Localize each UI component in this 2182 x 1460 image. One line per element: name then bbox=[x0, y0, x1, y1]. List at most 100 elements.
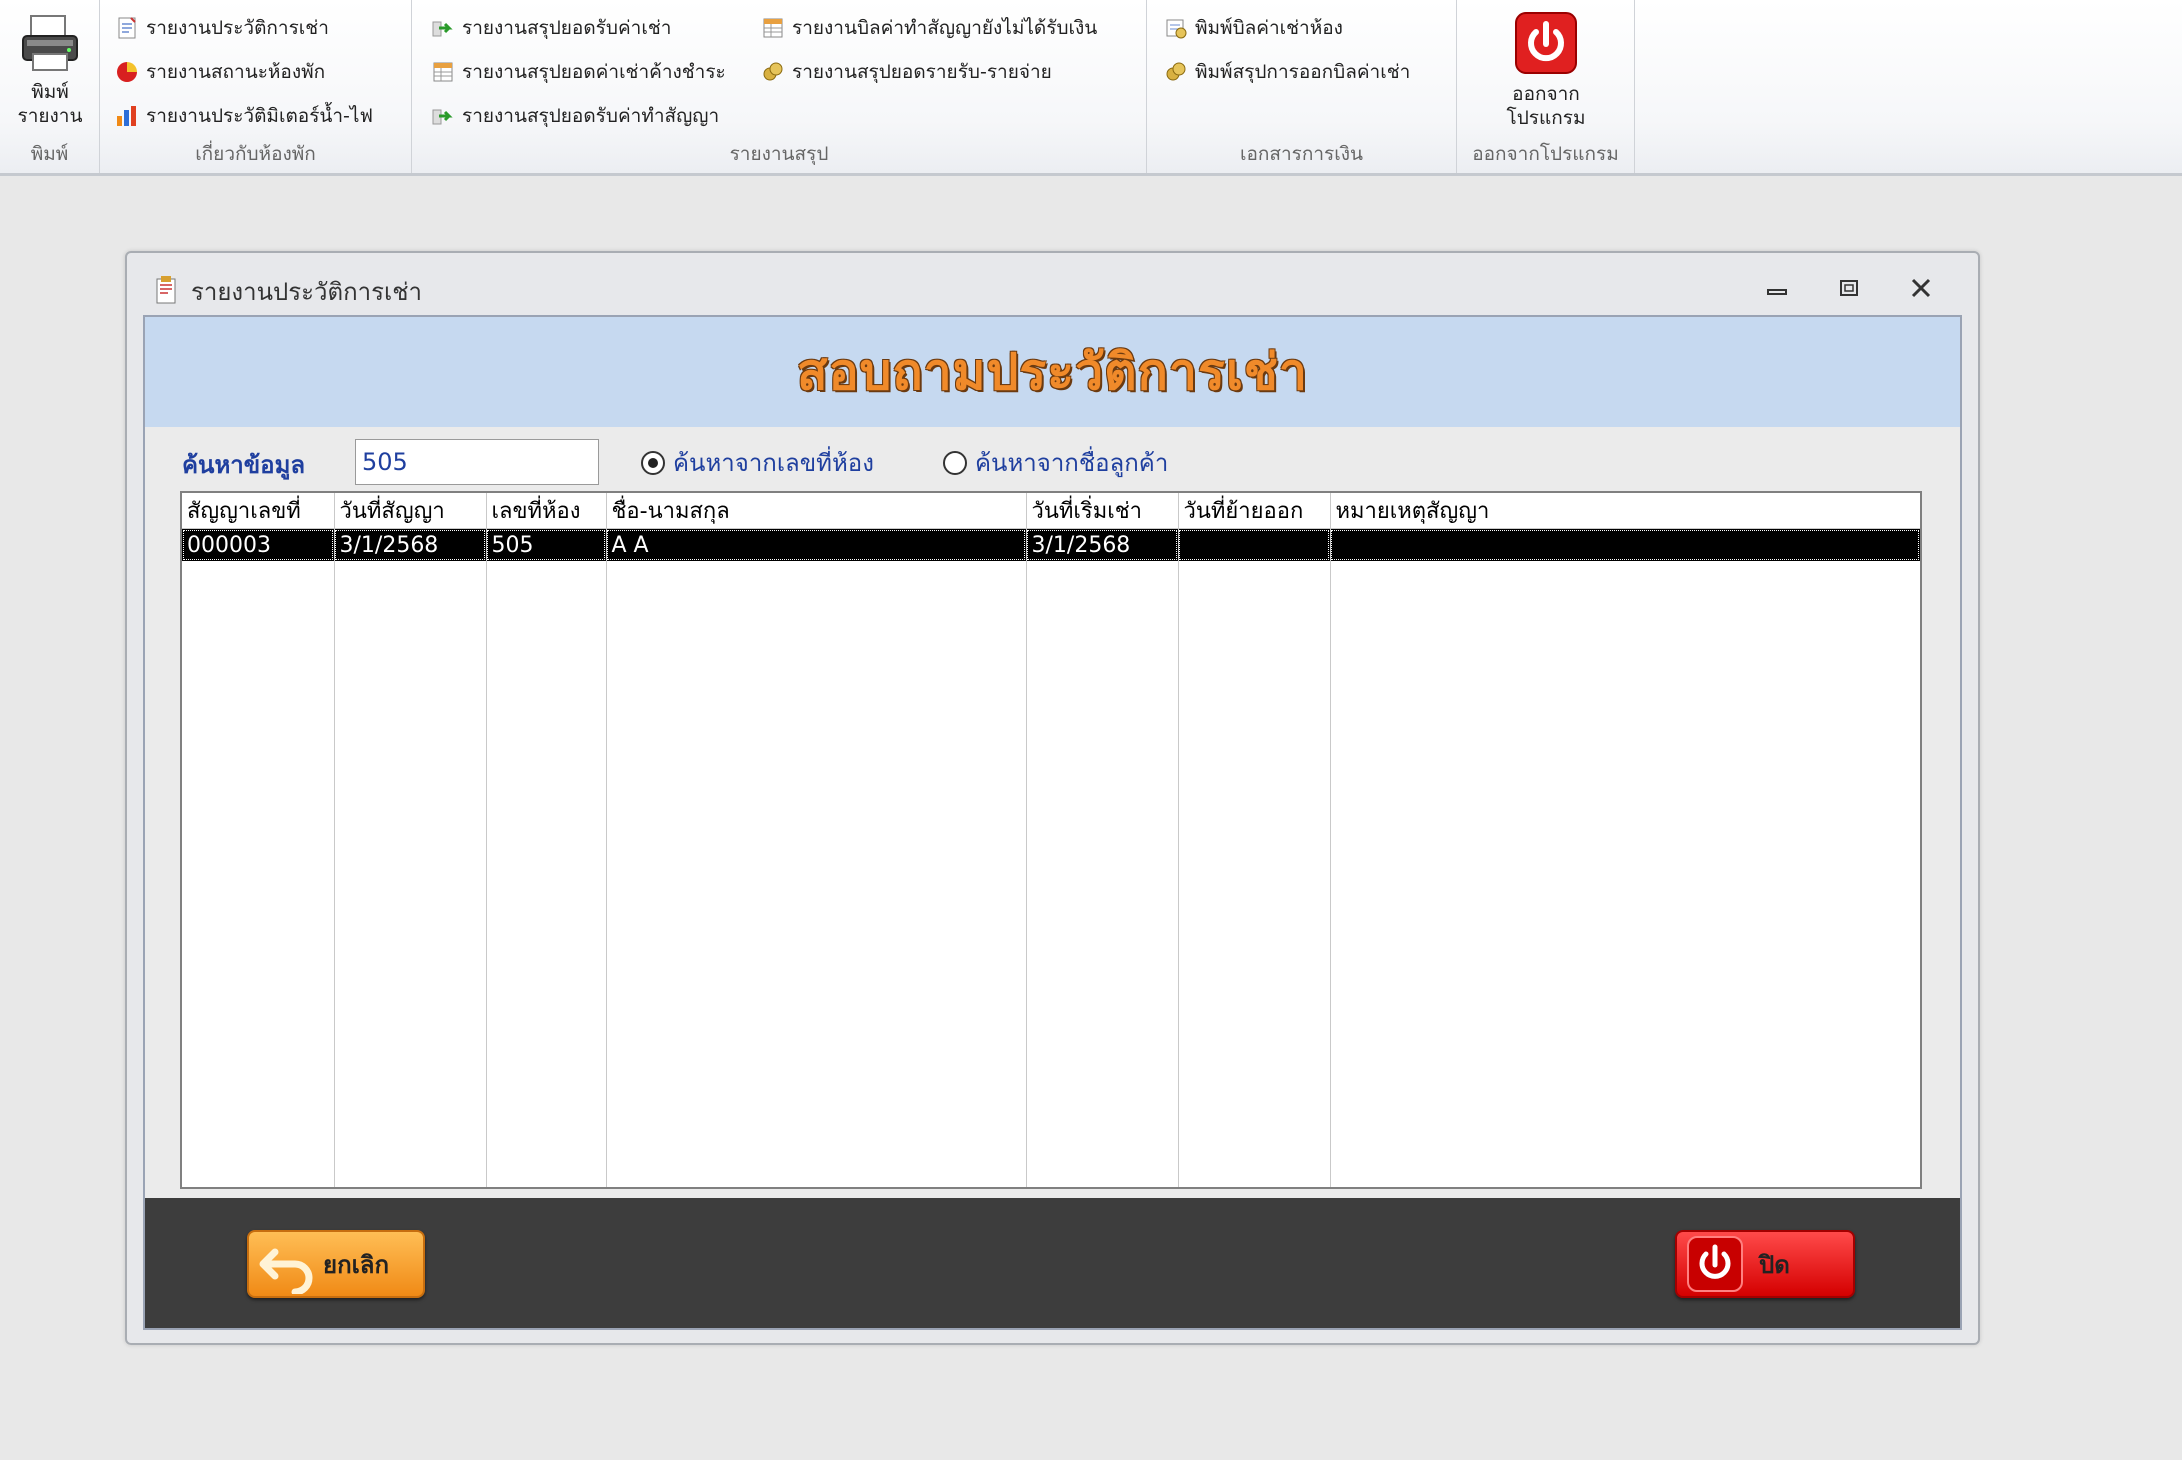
group-label-exit: ออกจากโปรแกรม bbox=[1472, 143, 1619, 165]
dialog-titlebar: รายงานประวัติการเช่า bbox=[151, 271, 422, 311]
group-label-print: พิมพ์ bbox=[30, 143, 69, 165]
print-report-button[interactable]: พิมพ์ รายงาน bbox=[8, 10, 92, 128]
header-band: สอบถามประวัติการเช่า bbox=[145, 317, 1960, 427]
cell-contract-date[interactable]: 3/1/2568 bbox=[334, 528, 487, 561]
document-icon bbox=[114, 15, 140, 41]
column-header-start-date[interactable]: วันที่เริ่มเช่า bbox=[1026, 493, 1179, 529]
arrow-right-icon bbox=[430, 15, 456, 41]
income-expense-summary-label: รายงานสรุปยอดรายรับ-รายจ่าย bbox=[792, 61, 1052, 83]
rental-history-grid[interactable]: สัญญาเลขที่ วันที่สัญญา เลขที่ห้อง ชื่อ-… bbox=[180, 491, 1922, 1189]
cell-full-name[interactable]: A A bbox=[606, 528, 1027, 561]
rent-outstanding-summary-label: รายงานสรุปยอดค่าเช่าค้างชำระ bbox=[462, 61, 726, 83]
ribbon-group-exit: ออกจาก โปรแกรม ออกจากโปรแกรม bbox=[1457, 0, 1635, 173]
ribbon-group-print: พิมพ์ รายงาน พิมพ์ bbox=[0, 0, 100, 173]
cell-room-no[interactable]: 505 bbox=[486, 528, 607, 561]
radio-search-by-customer-label: ค้นหาจากชื่อลูกค้า bbox=[975, 449, 1169, 477]
column-header-contract-note[interactable]: หมายเหตุสัญญา bbox=[1330, 493, 1920, 529]
power-icon bbox=[1515, 12, 1577, 74]
cell-contract-note[interactable] bbox=[1330, 528, 1920, 561]
column-divider bbox=[486, 529, 487, 1187]
bill-icon bbox=[1163, 15, 1189, 41]
maximize-icon bbox=[1837, 278, 1861, 302]
radio-search-by-room[interactable]: ค้นหาจากเลขที่ห้อง bbox=[641, 443, 874, 482]
app-icon bbox=[151, 275, 181, 307]
close-button-label: ปิด bbox=[1759, 1250, 1790, 1279]
table-icon bbox=[430, 59, 456, 85]
grid-header-row: สัญญาเลขที่ วันที่สัญญา เลขที่ห้อง ชื่อ-… bbox=[182, 493, 1920, 529]
close-button[interactable]: ปิด bbox=[1675, 1230, 1855, 1298]
ribbon: พิมพ์ รายงาน พิมพ์ รายงานประวัติการเช่า … bbox=[0, 0, 2182, 176]
unpaid-contract-bill-item[interactable]: รายงานบิลค่าทำสัญญายังไม่ได้รับเงิน bbox=[760, 10, 1097, 46]
exit-program-button[interactable]: ออกจาก โปรแกรม bbox=[1471, 12, 1621, 130]
cell-contract-no[interactable]: 000003 bbox=[182, 528, 335, 561]
print-bill-summary-item[interactable]: พิมพ์สรุปการออกบิลค่าเช่า bbox=[1163, 54, 1410, 90]
print-report-label-2: รายงาน bbox=[17, 105, 83, 127]
column-divider bbox=[334, 529, 335, 1187]
minimize-icon bbox=[1765, 278, 1789, 302]
radio-search-by-customer[interactable]: ค้นหาจากชื่อลูกค้า bbox=[943, 443, 1168, 482]
meter-history-report-label: รายงานประวัติมิเตอร์น้ำ-ไฟ bbox=[146, 105, 373, 127]
column-divider bbox=[1026, 529, 1027, 1187]
income-expense-summary-item[interactable]: รายงานสรุปยอดรายรับ-รายจ่าย bbox=[760, 54, 1052, 90]
maximize-button[interactable] bbox=[1831, 275, 1867, 305]
column-divider bbox=[606, 529, 607, 1187]
rent-received-summary-item[interactable]: รายงานสรุปยอดรับค่าเช่า bbox=[430, 10, 671, 46]
dialog-title: รายงานประวัติการเช่า bbox=[191, 277, 422, 306]
rental-history-dialog: รายงานประวัติการเช่า สอบถามประวัติการเช่… bbox=[125, 251, 1980, 1345]
rent-received-summary-label: รายงานสรุปยอดรับค่าเช่า bbox=[462, 17, 672, 39]
radio-search-by-room-label: ค้นหาจากเลขที่ห้อง bbox=[673, 449, 874, 477]
search-label: ค้นหาข้อมูล bbox=[182, 451, 306, 479]
close-icon bbox=[1909, 278, 1933, 302]
print-report-label-1: พิมพ์ bbox=[31, 81, 69, 103]
contract-fee-summary-item[interactable]: รายงานสรุปยอดรับค่าทำสัญญา bbox=[430, 98, 719, 134]
room-status-report-item[interactable]: รายงานสถานะห้องพัก bbox=[114, 54, 325, 90]
exit-program-label-2: โปรแกรม bbox=[1506, 107, 1586, 129]
column-divider bbox=[1178, 529, 1179, 1187]
rental-history-report-item[interactable]: รายงานประวัติการเช่า bbox=[114, 10, 329, 46]
radio-circle-customer[interactable] bbox=[943, 450, 967, 475]
exit-program-label-1: ออกจาก bbox=[1512, 83, 1580, 105]
group-label-summary: รายงานสรุป bbox=[729, 143, 829, 165]
print-rent-bill-item[interactable]: พิมพ์บิลค่าเช่าห้อง bbox=[1163, 10, 1343, 46]
group-label-finance: เอกสารการเงิน bbox=[1239, 143, 1364, 165]
grid-table: สัญญาเลขที่ วันที่สัญญา เลขที่ห้อง ชื่อ-… bbox=[182, 493, 1920, 561]
bar-chart-icon bbox=[114, 103, 140, 129]
close-window-button[interactable] bbox=[1903, 275, 1939, 305]
column-header-room-no[interactable]: เลขที่ห้อง bbox=[486, 493, 607, 529]
radio-circle-room[interactable] bbox=[641, 450, 665, 475]
dialog-content: สอบถามประวัติการเช่า ค้นหาข้อมูล ค้นหาจา… bbox=[143, 315, 1962, 1330]
ribbon-group-finance: พิมพ์บิลค่าเช่าห้อง พิมพ์สรุปการออกบิลค่… bbox=[1147, 0, 1457, 173]
search-input[interactable] bbox=[355, 439, 599, 485]
power-icon bbox=[1687, 1236, 1743, 1292]
ribbon-group-summary: รายงานสรุปยอดรับค่าเช่า รายงานสรุปยอดค่า… bbox=[412, 0, 1147, 173]
print-bill-summary-label: พิมพ์สรุปการออกบิลค่าเช่า bbox=[1195, 61, 1411, 83]
status-pie-icon bbox=[114, 59, 140, 85]
column-header-move-out-date[interactable]: วันที่ย้ายออก bbox=[1178, 493, 1331, 529]
column-header-contract-no[interactable]: สัญญาเลขที่ bbox=[182, 493, 335, 529]
cell-move-out-date[interactable] bbox=[1178, 528, 1331, 561]
group-label-room: เกี่ยวกับห้องพัก bbox=[195, 143, 316, 165]
print-rent-bill-label: พิมพ์บิลค่าเช่าห้อง bbox=[1195, 17, 1343, 39]
cell-start-date[interactable]: 3/1/2568 bbox=[1026, 528, 1179, 561]
page-title: สอบถามประวัติการเช่า bbox=[797, 342, 1308, 401]
column-header-full-name[interactable]: ชื่อ-นามสกุล bbox=[606, 493, 1027, 529]
table-row[interactable]: 000003 3/1/2568 505 A A 3/1/2568 bbox=[182, 528, 1920, 561]
room-status-report-label: รายงานสถานะห้องพัก bbox=[146, 61, 326, 83]
rental-history-report-label: รายงานประวัติการเช่า bbox=[146, 17, 329, 39]
column-header-contract-date[interactable]: วันที่สัญญา bbox=[334, 493, 487, 529]
coins-icon bbox=[1163, 59, 1189, 85]
cancel-button-label: ยกเลิก bbox=[323, 1250, 390, 1279]
coins-icon bbox=[760, 59, 786, 85]
column-divider bbox=[1330, 529, 1331, 1187]
contract-fee-summary-label: รายงานสรุปยอดรับค่าทำสัญญา bbox=[462, 105, 720, 127]
undo-icon bbox=[253, 1234, 323, 1296]
printer-icon bbox=[17, 10, 83, 76]
meter-history-report-item[interactable]: รายงานประวัติมิเตอร์น้ำ-ไฟ bbox=[114, 98, 373, 134]
unpaid-contract-bill-label: รายงานบิลค่าทำสัญญายังไม่ได้รับเงิน bbox=[792, 17, 1098, 39]
rent-outstanding-summary-item[interactable]: รายงานสรุปยอดค่าเช่าค้างชำระ bbox=[430, 54, 726, 90]
arrow-right-icon bbox=[430, 103, 456, 129]
dialog-footer: ยกเลิก ปิด bbox=[145, 1198, 1960, 1328]
cancel-button[interactable]: ยกเลิก bbox=[247, 1230, 425, 1298]
ribbon-group-room: รายงานประวัติการเช่า รายงานสถานะห้องพัก … bbox=[100, 0, 412, 173]
minimize-button[interactable] bbox=[1759, 275, 1795, 305]
